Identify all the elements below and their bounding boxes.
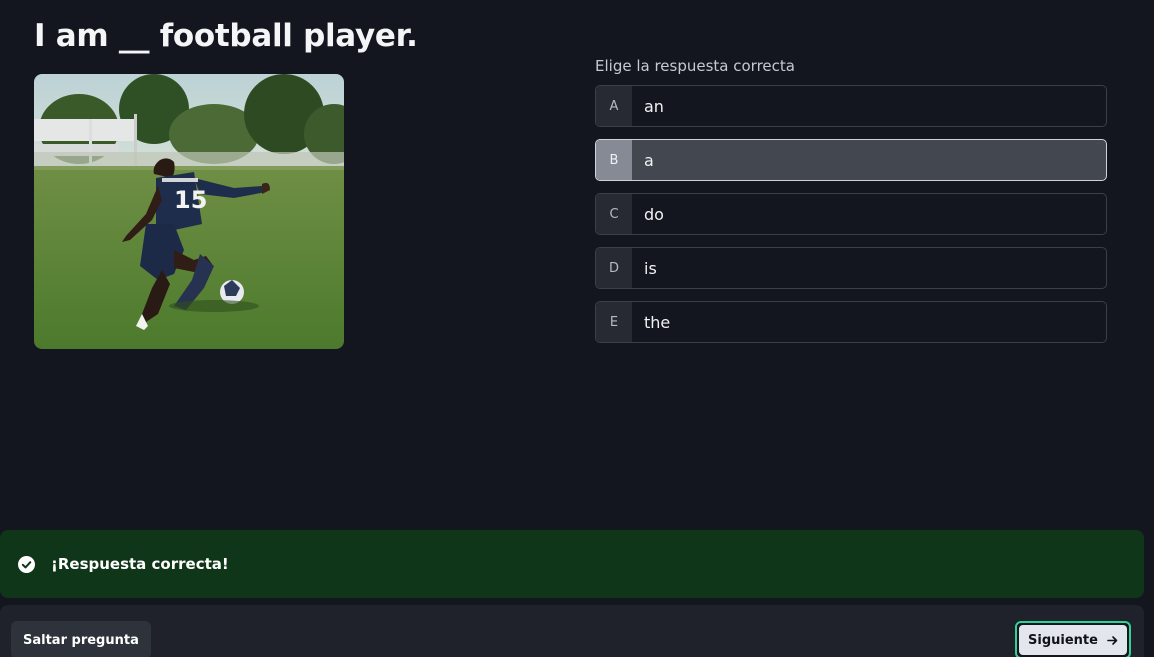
answer-option-c[interactable]: C do <box>595 193 1107 235</box>
question-image: 15 <box>34 74 344 349</box>
answer-options: A an B a C do D is E the <box>595 85 1107 355</box>
footer-bar: Saltar pregunta Siguiente <box>0 605 1144 657</box>
answer-prompt: Elige la respuesta correcta <box>595 57 795 75</box>
answer-option-d[interactable]: D is <box>595 247 1107 289</box>
option-text: do <box>644 204 664 224</box>
option-text: a <box>644 150 654 170</box>
answer-option-a[interactable]: A an <box>595 85 1107 127</box>
option-text: is <box>644 258 657 278</box>
option-letter: D <box>596 248 632 288</box>
option-letter: A <box>596 86 632 126</box>
football-player-photo: 15 <box>34 74 344 349</box>
check-circle-icon <box>18 555 35 573</box>
next-button[interactable]: Siguiente <box>1015 621 1131 657</box>
option-text: the <box>644 312 671 332</box>
feedback-banner: ¡Respuesta correcta! <box>0 530 1144 598</box>
feedback-message: ¡Respuesta correcta! <box>51 555 229 573</box>
option-letter: B <box>596 140 632 180</box>
next-button-label: Siguiente <box>1028 632 1098 648</box>
option-text: an <box>644 96 664 116</box>
question-title: I am __ football player. <box>34 18 418 54</box>
skip-question-button[interactable]: Saltar pregunta <box>11 621 151 657</box>
option-letter: C <box>596 194 632 234</box>
arrow-right-icon <box>1107 635 1118 645</box>
answer-option-b[interactable]: B a <box>595 139 1107 181</box>
quiz-page: I am __ football player. 15 Elige la res… <box>0 0 1154 657</box>
option-letter: E <box>596 302 632 342</box>
svg-text:15: 15 <box>174 186 207 214</box>
answer-option-e[interactable]: E the <box>595 301 1107 343</box>
next-button-inner: Siguiente <box>1019 625 1127 655</box>
